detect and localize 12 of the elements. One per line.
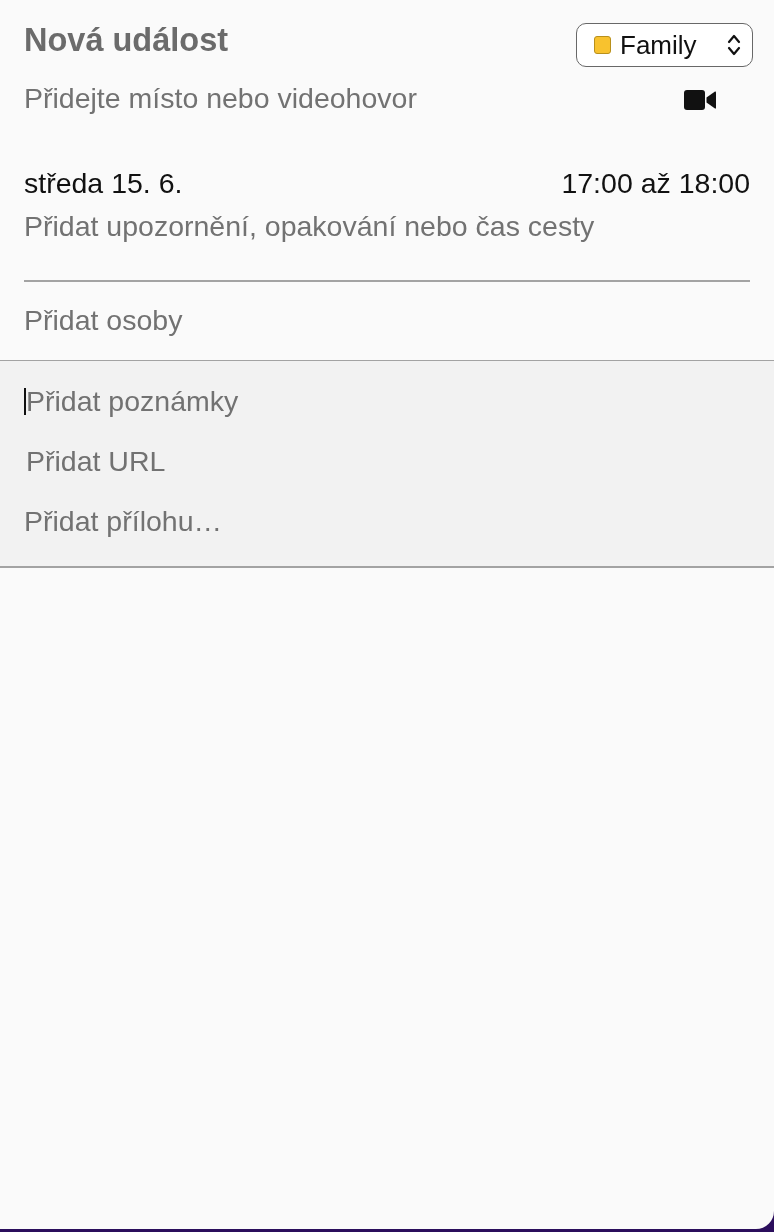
url-field[interactable]: Přidat URL — [26, 445, 750, 477]
location-field[interactable]: Přidejte místo nebo videohovor — [24, 82, 664, 114]
event-time[interactable]: 17:00 až 18:00 — [561, 167, 750, 199]
event-date[interactable]: středa 15. 6. — [24, 167, 183, 199]
add-attachment-link[interactable]: Přidat přílohu… — [24, 505, 222, 537]
video-camera-icon[interactable] — [684, 90, 716, 110]
invitees-field[interactable]: Přidat osoby — [24, 303, 750, 336]
notes-field[interactable]: Přidat poznámky — [26, 385, 750, 417]
updown-chevron-icon — [727, 33, 741, 57]
alerts-repeat-travel-link[interactable]: Přidat upozornění, opakování nebo čas cesty — [24, 210, 595, 242]
calendar-popup-button[interactable]: Family — [576, 23, 753, 67]
event-title: Nová událost — [24, 21, 229, 59]
